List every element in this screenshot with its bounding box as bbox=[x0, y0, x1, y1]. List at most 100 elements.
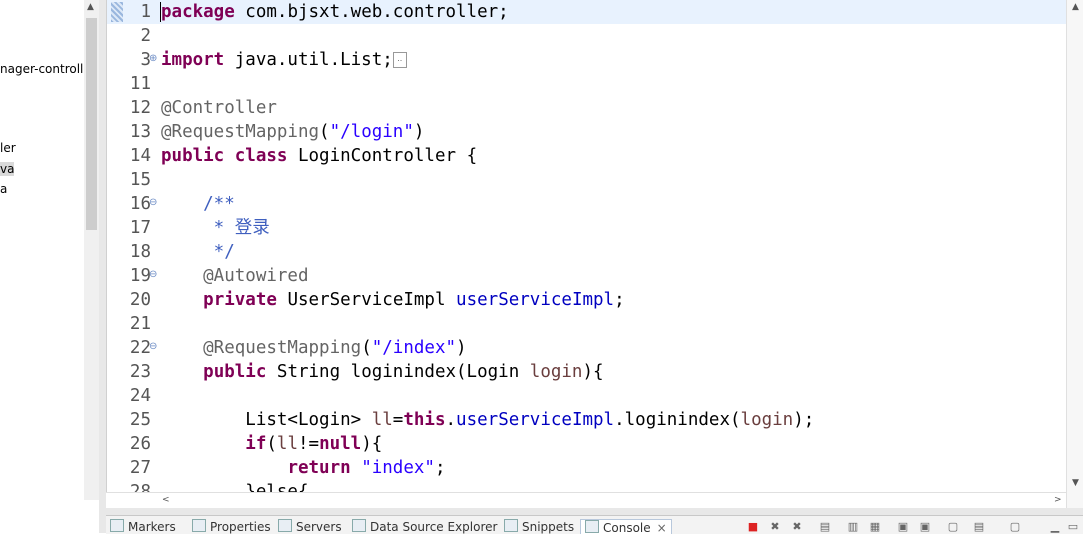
tab-properties[interactable]: Properties bbox=[192, 519, 271, 534]
tree-item-selected[interactable]: va bbox=[0, 162, 15, 176]
code-line[interactable]: 2 bbox=[107, 24, 1067, 48]
code-line[interactable]: 13 @RequestMapping("/login") bbox=[107, 120, 1067, 144]
code-line[interactable]: 1 package com.bjsxt.web.controller; bbox=[107, 0, 1067, 24]
expand-fold-icon[interactable]: ⊕ bbox=[149, 48, 159, 70]
code-token: @Controller bbox=[161, 98, 277, 118]
code-token: @Autowired bbox=[161, 266, 309, 286]
scroll-down-arrow-icon[interactable]: ▼ bbox=[1072, 478, 1079, 488]
maximize-icon[interactable]: ▭ bbox=[1066, 521, 1080, 533]
tab-markers[interactable]: Markers bbox=[110, 519, 176, 534]
code-line[interactable]: 28 }else{ bbox=[107, 480, 1067, 492]
code-editor[interactable]: 1 package com.bjsxt.web.controller; 2 3 ⊕ imp… bbox=[106, 0, 1067, 492]
code-text: /** bbox=[161, 192, 235, 216]
line-number: 26 bbox=[129, 434, 151, 454]
code-token: import bbox=[161, 50, 225, 70]
tab-label: Markers bbox=[128, 520, 176, 534]
code-line[interactable]: 22 ⊖ @RequestMapping("/index") bbox=[107, 336, 1067, 360]
data-source-icon bbox=[352, 519, 366, 532]
line-number: 1 bbox=[140, 2, 151, 22]
word-wrap-icon[interactable]: ▦ bbox=[868, 521, 882, 533]
code-token: null bbox=[319, 434, 362, 454]
code-token: public bbox=[161, 146, 225, 166]
minimize-icon[interactable]: ▁ bbox=[1048, 521, 1062, 533]
display-console-icon[interactable]: ▢ bbox=[946, 521, 960, 533]
code-text: @RequestMapping("/index") bbox=[161, 336, 467, 360]
code-line[interactable]: 3 ⊕ import java.util.List;.. bbox=[107, 48, 1067, 72]
code-line[interactable]: 27 return "index"; bbox=[107, 456, 1067, 480]
collapse-fold-icon[interactable]: ⊖ bbox=[149, 264, 159, 286]
open-console-icon[interactable]: ▤ bbox=[972, 521, 986, 533]
pin-console-icon[interactable]: ▣ bbox=[918, 521, 932, 533]
sash[interactable] bbox=[99, 508, 1083, 515]
tree-item[interactable]: a bbox=[0, 182, 7, 196]
code-token: }else{ bbox=[161, 482, 309, 492]
line-number: 14 bbox=[129, 146, 151, 166]
code-token: ( bbox=[319, 122, 330, 142]
code-token: login bbox=[740, 410, 794, 430]
code-line[interactable]: 15 bbox=[107, 168, 1067, 192]
line-number: 23 bbox=[129, 362, 151, 382]
code-line[interactable]: 19 ⊖ @Autowired bbox=[107, 264, 1067, 288]
code-line[interactable]: 11 bbox=[107, 72, 1067, 96]
code-text: @Autowired bbox=[161, 264, 309, 288]
code-line[interactable]: 25 List<Login> ll=this.userServiceImpl.l… bbox=[107, 408, 1067, 432]
code-token: userServiceImpl bbox=[456, 410, 615, 430]
code-token: login bbox=[529, 362, 583, 382]
code-token: "index" bbox=[361, 458, 435, 478]
new-console-icon[interactable]: ▢ bbox=[1008, 521, 1022, 533]
editor-horizontal-scrollbar[interactable]: < > bbox=[106, 492, 1066, 509]
explorer-vertical-scrollbar[interactable]: ▲ bbox=[84, 0, 99, 500]
editor-vertical-scrollbar[interactable]: ▲ ▼ bbox=[1066, 0, 1083, 508]
scroll-up-arrow-icon[interactable]: ▲ bbox=[87, 2, 94, 12]
tab-snippets[interactable]: Snippets bbox=[504, 519, 574, 534]
scroll-left-arrow-icon[interactable]: < bbox=[162, 495, 170, 505]
line-number: 12 bbox=[129, 98, 151, 118]
remove-all-icon[interactable]: ✖ bbox=[790, 521, 804, 533]
code-token: userServiceImpl bbox=[456, 290, 615, 310]
code-token: ) bbox=[413, 122, 425, 142]
tab-data-source-explorer[interactable]: Data Source Explorer bbox=[352, 519, 497, 534]
code-line[interactable]: 23 public String loginindex(Login login)… bbox=[107, 360, 1067, 384]
code-line[interactable]: 21 bbox=[107, 312, 1067, 336]
tab-label: Snippets bbox=[522, 520, 575, 534]
remove-launch-icon[interactable]: ✖ bbox=[768, 521, 782, 533]
code-token: ; bbox=[614, 290, 625, 310]
collapse-fold-icon[interactable]: ⊖ bbox=[149, 192, 159, 214]
scroll-lock-icon[interactable]: ▥ bbox=[846, 521, 860, 533]
tab-servers[interactable]: Servers bbox=[278, 519, 342, 534]
code-line[interactable]: 24 bbox=[107, 384, 1067, 408]
project-explorer-panel: nager-controlle ler va a bbox=[0, 0, 84, 533]
code-line[interactable]: 14 public class LoginController { bbox=[107, 144, 1067, 168]
code-token: ){ bbox=[361, 434, 383, 454]
scroll-up-arrow-icon[interactable]: ▲ bbox=[1072, 2, 1079, 12]
code-token: . bbox=[445, 410, 457, 430]
code-token: public bbox=[203, 362, 267, 382]
show-console-icon[interactable]: ▣ bbox=[896, 521, 910, 533]
code-line[interactable]: 18 */ bbox=[107, 240, 1067, 264]
scroll-right-arrow-icon[interactable]: > bbox=[1054, 495, 1062, 505]
code-line[interactable]: 17 * 登录 bbox=[107, 216, 1067, 240]
clear-console-icon[interactable]: ▤ bbox=[818, 521, 832, 533]
line-number: 16 bbox=[129, 194, 151, 214]
code-line[interactable]: 12 @Controller bbox=[107, 96, 1067, 120]
code-token: UserServiceImpl bbox=[276, 290, 457, 310]
terminate-icon[interactable]: ■ bbox=[746, 521, 760, 533]
scrollbar-thumb[interactable] bbox=[86, 18, 97, 230]
panel-divider[interactable] bbox=[99, 0, 106, 533]
code-token: ( bbox=[266, 434, 277, 454]
code-line[interactable]: 20 private UserServiceImpl userServiceIm… bbox=[107, 288, 1067, 312]
folded-imports-icon[interactable]: .. bbox=[392, 52, 407, 68]
collapse-fold-icon[interactable]: ⊖ bbox=[149, 336, 159, 358]
tree-item[interactable]: ler bbox=[0, 141, 16, 155]
code-token: java.util.List; bbox=[224, 50, 393, 70]
close-tab-icon[interactable]: × bbox=[657, 521, 667, 534]
tab-console[interactable]: Console × bbox=[580, 519, 672, 534]
code-line[interactable]: 16 ⊖ /** bbox=[107, 192, 1067, 216]
code-line[interactable]: 26 if(ll!=null){ bbox=[107, 432, 1067, 456]
code-text: */ bbox=[161, 240, 235, 264]
code-token: ) bbox=[456, 338, 467, 358]
tree-item[interactable]: nager-controlle bbox=[0, 62, 84, 76]
code-text: @RequestMapping("/login") bbox=[161, 120, 424, 144]
line-number: 18 bbox=[129, 242, 151, 262]
